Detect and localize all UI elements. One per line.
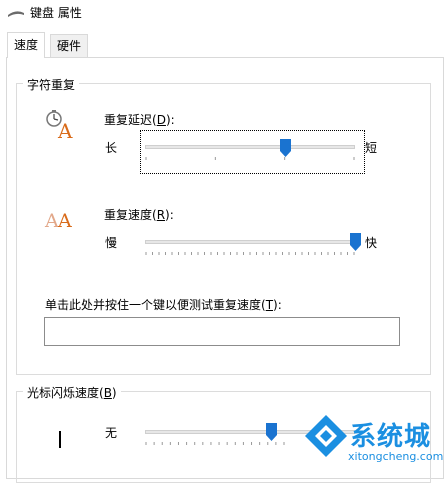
repeat-delay-ticks	[145, 157, 355, 160]
group-title-cursor: 光标闪烁速度(B)	[23, 384, 121, 401]
site-watermark: 系统城 xitongcheng.com	[296, 410, 445, 467]
repeat-rate-label: 重复速度(R):	[104, 208, 174, 222]
tab-speed[interactable]: 速度	[7, 32, 46, 58]
watermark-brand: 系统城	[350, 422, 432, 452]
watermark-logo-icon	[305, 415, 347, 457]
group-title-repeat: 字符重复	[23, 76, 80, 93]
tab-hardware-label: 硬件	[57, 39, 82, 53]
tab-hardware[interactable]: 硬件	[50, 34, 89, 57]
repeat-delay-icon: A	[46, 110, 73, 140]
tab-strip: 硬件 速度	[0, 32, 445, 58]
window-title: 键盘 属性	[30, 6, 82, 20]
svg-text:A: A	[57, 119, 73, 140]
repeat-test-input[interactable]	[44, 317, 400, 346]
blink-min-label: 无	[105, 426, 118, 440]
rate-min-label: 慢	[105, 236, 118, 250]
svg-text:A: A	[44, 210, 59, 231]
test-area-label: 单击此处并按住一个键以便测试重复速度(T):	[45, 298, 282, 312]
delay-max-label: 短	[365, 141, 378, 155]
title-bar: 键盘 属性	[0, 0, 445, 26]
repeat-delay-slider-thumb[interactable]	[280, 139, 292, 157]
svg-text:A: A	[57, 210, 72, 231]
cursor-blink-slider-thumb[interactable]	[265, 423, 277, 441]
repeat-delay-label: 重复延迟(D):	[104, 113, 175, 127]
focus-rectangle	[140, 130, 365, 174]
watermark-site: xitongcheng.com	[348, 450, 444, 463]
repeat-rate-slider-track[interactable]	[145, 240, 355, 244]
repeat-delay-slider-track[interactable]	[145, 145, 355, 149]
repeat-rate-ticks	[145, 252, 355, 255]
keyboard-icon	[8, 11, 24, 17]
cursor-blink-ticks	[145, 442, 285, 445]
repeat-rate-slider-thumb[interactable]	[349, 233, 361, 251]
delay-min-label: 长	[105, 141, 118, 155]
tab-speed-label: 速度	[14, 38, 39, 52]
repeat-rate-icon: A A	[44, 210, 72, 231]
rate-max-label: 快	[365, 236, 378, 250]
cursor-blink-preview	[59, 431, 61, 448]
